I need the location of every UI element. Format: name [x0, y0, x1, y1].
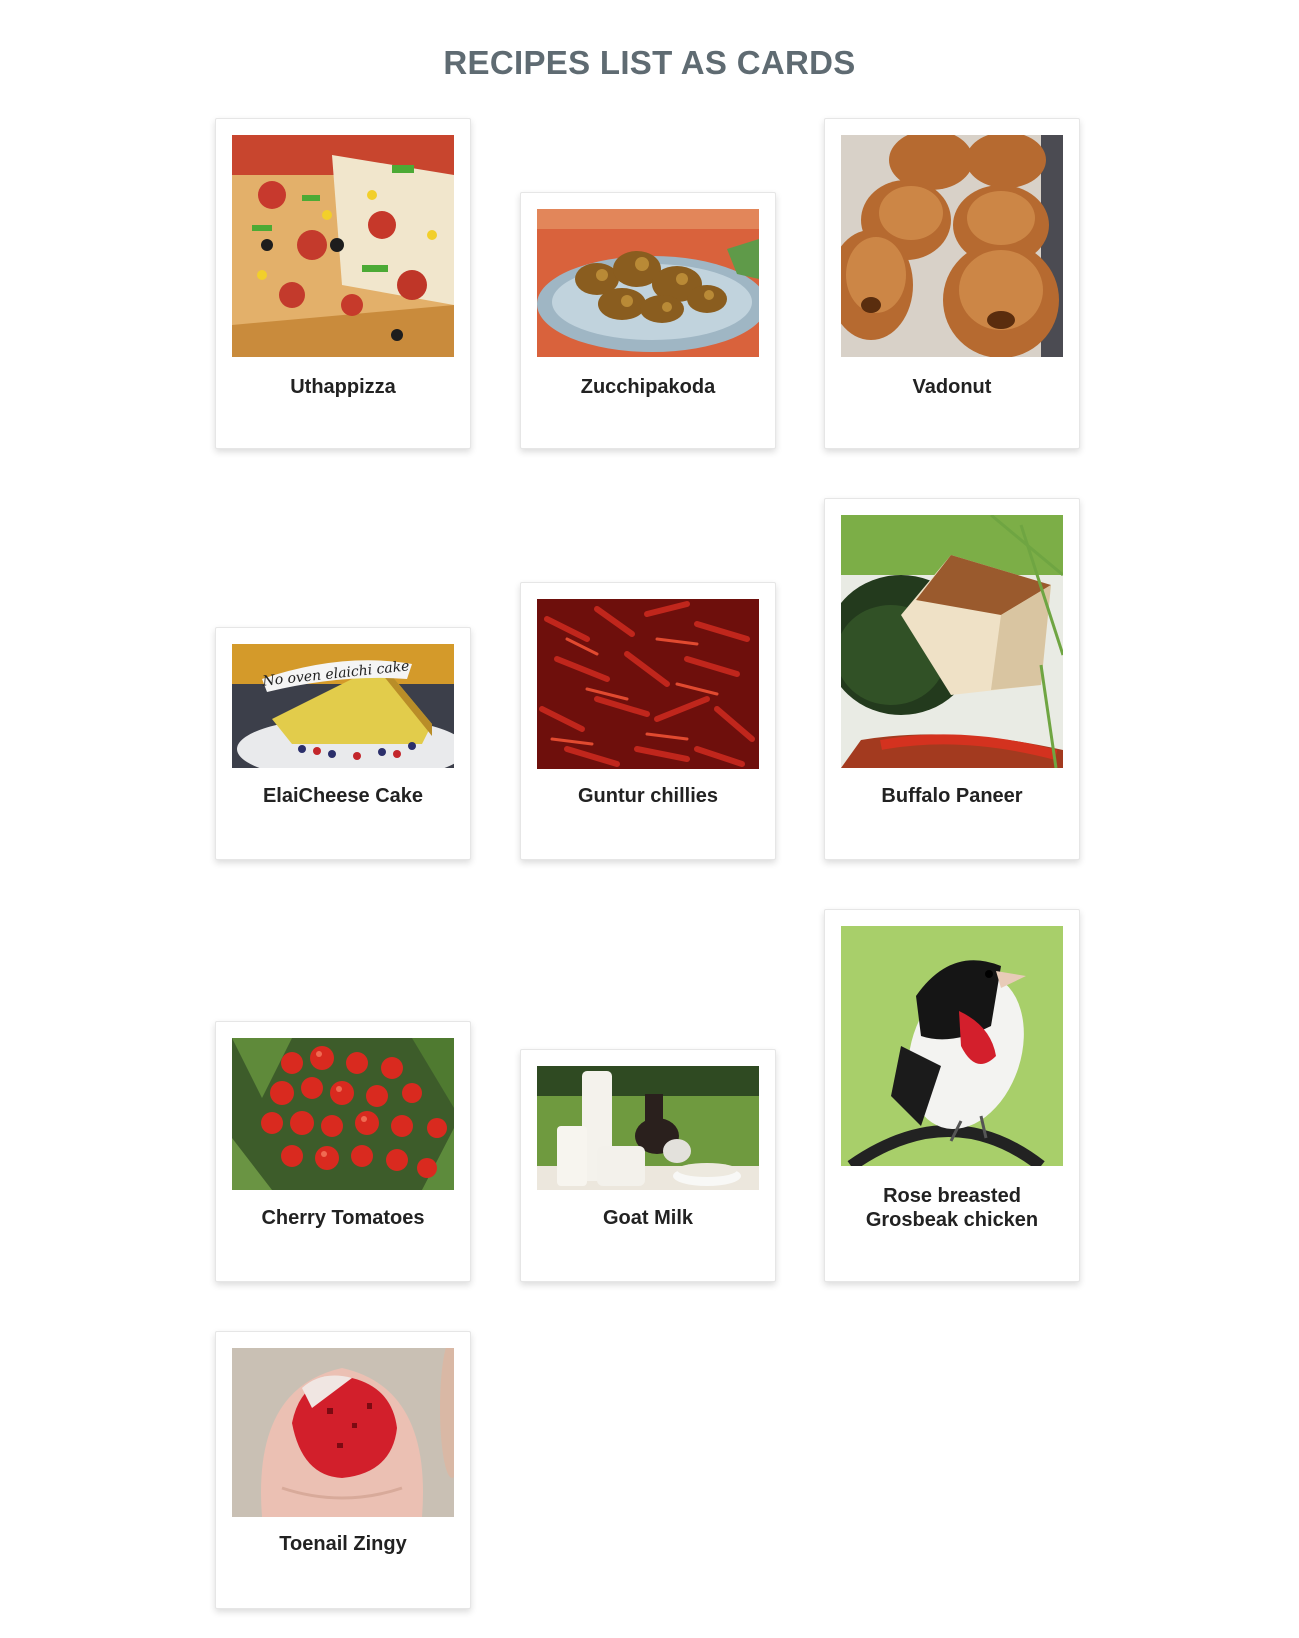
- cherry-tomatoes-image[interactable]: [232, 1038, 454, 1190]
- recipe-card-zucchipakoda[interactable]: Zucchipakoda: [520, 192, 776, 449]
- recipe-name: Zucchipakoda: [580, 376, 716, 398]
- recipe-card-guntur-chillies[interactable]: Guntur chillies: [520, 582, 776, 860]
- recipe-name: Toenail Zingy: [279, 1533, 407, 1555]
- buffalo-paneer-image[interactable]: [841, 515, 1063, 768]
- recipe-card-rose-breasted-grosbeak-chicken[interactable]: Rose breasted Grosbeak chicken: [824, 909, 1080, 1282]
- recipe-card-vadonut[interactable]: Vadonut: [824, 118, 1080, 449]
- recipe-card-uthappizza[interactable]: Uthappizza: [215, 118, 471, 449]
- recipe-name: Uthappizza: [290, 376, 396, 398]
- recipe-card-buffalo-paneer[interactable]: Buffalo Paneer: [824, 498, 1080, 860]
- guntur-chillies-image[interactable]: [537, 599, 759, 769]
- recipe-name: Cherry Tomatoes: [261, 1207, 425, 1229]
- recipe-name: ElaiCheese Cake: [262, 785, 424, 807]
- recipe-card-toenail-zingy[interactable]: Toenail Zingy: [215, 1331, 471, 1609]
- recipe-card-elaicheese-cake[interactable]: No oven elaichi cake ElaiCheese Cake: [215, 627, 471, 860]
- toenail-zingy-image[interactable]: [232, 1348, 454, 1517]
- zucchipakoda-image[interactable]: [537, 209, 759, 357]
- elaicheese-cake-image[interactable]: No oven elaichi cake: [232, 644, 454, 768]
- goat-milk-image[interactable]: [537, 1066, 759, 1190]
- page-title: RECIPES LIST AS CARDS: [443, 44, 856, 81]
- grosbeak-image[interactable]: [841, 926, 1063, 1166]
- vadonut-image[interactable]: [841, 135, 1063, 357]
- recipe-card-goat-milk[interactable]: Goat Milk: [520, 1049, 776, 1282]
- recipe-name: Vadonut: [912, 376, 992, 398]
- recipe-name: Buffalo Paneer: [881, 785, 1023, 807]
- recipe-name: Goat Milk: [602, 1207, 693, 1229]
- recipe-name: Rose breasted Grosbeak chicken: [865, 1185, 1039, 1231]
- uthappizza-image[interactable]: [232, 135, 454, 357]
- recipe-name: Guntur chillies: [577, 785, 719, 807]
- recipe-card-cherry-tomatoes[interactable]: Cherry Tomatoes: [215, 1021, 471, 1282]
